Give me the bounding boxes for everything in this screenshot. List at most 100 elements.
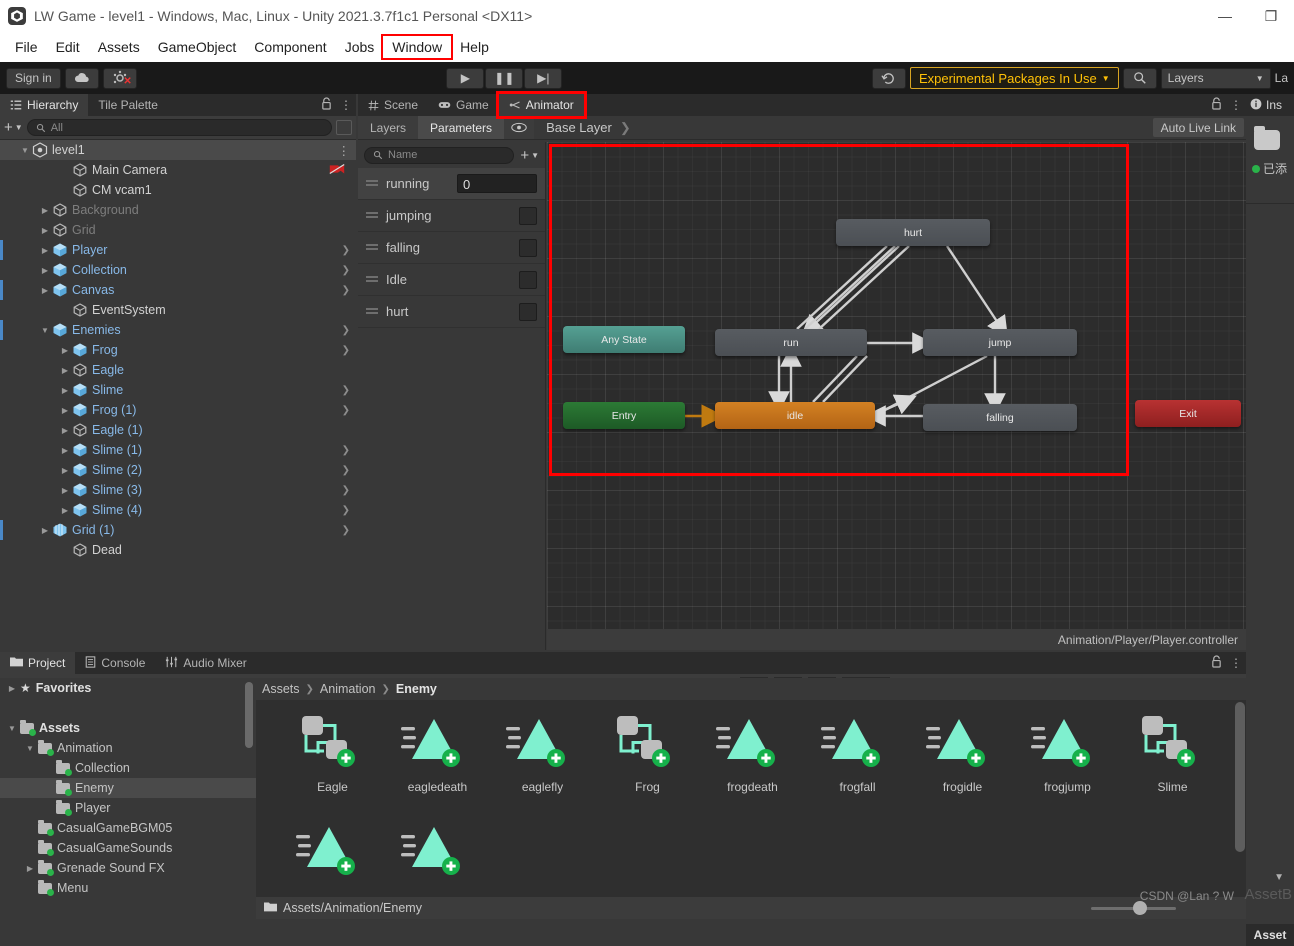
state-node-exit[interactable]: Exit bbox=[1135, 400, 1241, 427]
parameter-checkbox-jumping[interactable] bbox=[519, 206, 537, 225]
tab-animator[interactable]: Animator bbox=[495, 91, 587, 119]
chevron-right-icon[interactable]: ❯ bbox=[342, 265, 350, 276]
menu-jobs[interactable]: Jobs bbox=[336, 36, 384, 58]
subtab-layers[interactable]: Layers bbox=[358, 116, 418, 139]
tab-project[interactable]: Project bbox=[0, 652, 76, 674]
hierarchy-row-enemies[interactable]: ▼ Enemies ❯ bbox=[0, 320, 356, 340]
asset-item-eaglefly[interactable]: eaglefly bbox=[490, 714, 595, 822]
chevron-right-icon[interactable]: ❯ bbox=[342, 325, 350, 336]
hierarchy-row-main-camera[interactable]: ▶Main Camera bbox=[0, 160, 356, 180]
services-icon[interactable]: ✕ bbox=[102, 67, 137, 89]
asset-grid-scrollbar[interactable] bbox=[1235, 702, 1245, 852]
state-node-falling[interactable]: falling bbox=[923, 404, 1077, 431]
hierarchy-row-frog[interactable]: ▶ Frog ❯ bbox=[0, 340, 356, 360]
cloud-icon[interactable] bbox=[64, 67, 99, 89]
tab-scene[interactable]: Scene bbox=[358, 94, 428, 116]
state-node-entry[interactable]: Entry bbox=[563, 402, 685, 429]
kebab-icon[interactable]: ⋮ bbox=[1230, 656, 1242, 670]
hierarchy-row-dead[interactable]: ▶Dead bbox=[0, 540, 356, 560]
project-tree-row-menu[interactable]: ▶Menu bbox=[0, 878, 256, 898]
disclosure-triangle[interactable]: ▶ bbox=[22, 864, 38, 873]
disclosure-triangle[interactable]: ▶ bbox=[38, 286, 52, 295]
project-tree-row-assets[interactable]: ▼ Assets bbox=[0, 718, 256, 738]
chevron-right-icon[interactable]: ❯ bbox=[342, 525, 350, 536]
subtab-parameters[interactable]: Parameters bbox=[418, 116, 505, 139]
layers-dropdown[interactable]: Layers ▼ bbox=[1160, 67, 1271, 89]
hierarchy-row-slime[interactable]: ▶ Slime ❯ bbox=[0, 380, 356, 400]
chevron-right-icon[interactable]: ❯ bbox=[342, 485, 350, 496]
project-tree-row-enemy[interactable]: ▶Enemy bbox=[0, 778, 256, 798]
tab-console[interactable]: Console bbox=[75, 652, 155, 674]
hierarchy-row-slime-3-[interactable]: ▶ Slime (3) ❯ bbox=[0, 480, 356, 500]
toolbar-right-group[interactable]: Experimental Packages In Use ▼ Layers ▼ … bbox=[871, 67, 1288, 89]
state-node-any-state[interactable]: Any State bbox=[563, 326, 685, 353]
asset-item-frogidle[interactable]: frogidle bbox=[910, 714, 1015, 822]
tab-audio-mixer[interactable]: Audio Mixer bbox=[155, 652, 256, 674]
project-tab-actions[interactable]: ⋮ bbox=[1211, 652, 1242, 674]
menu-gameobject[interactable]: GameObject bbox=[149, 36, 246, 58]
menu-window[interactable]: Window bbox=[381, 34, 454, 60]
tab-game[interactable]: Game bbox=[428, 94, 499, 116]
step-button[interactable]: ▶| bbox=[524, 67, 563, 89]
project-tree-row-player[interactable]: ▶Player bbox=[0, 798, 256, 818]
hierarchy-row-eagle[interactable]: ▶ Eagle bbox=[0, 360, 356, 380]
pause-button[interactable]: ❚❚ bbox=[485, 67, 524, 89]
hierarchy-tabs[interactable]: Hierarchy Tile Palette ⋮ bbox=[0, 94, 356, 116]
disclosure-triangle[interactable]: ▼ bbox=[22, 744, 38, 753]
disclosure-triangle[interactable]: ▶ bbox=[58, 466, 72, 475]
chevron-right-icon[interactable]: ❯ bbox=[342, 505, 350, 516]
drag-handle-icon[interactable] bbox=[366, 211, 378, 220]
disclosure-triangle[interactable]: ▼ bbox=[4, 724, 20, 733]
breadcrumb-animation[interactable]: Animation bbox=[320, 682, 376, 696]
kebab-icon[interactable]: ⋮ bbox=[338, 143, 351, 158]
drag-handle-icon[interactable] bbox=[366, 275, 378, 284]
disclosure-triangle[interactable]: ▶ bbox=[58, 386, 72, 395]
animator-tab-actions[interactable]: ⋮ bbox=[1211, 94, 1242, 116]
hierarchy-row-eagle-1-[interactable]: ▶ Eagle (1) bbox=[0, 420, 356, 440]
undo-history-icon[interactable] bbox=[871, 67, 906, 89]
slider-knob[interactable] bbox=[1133, 901, 1147, 915]
state-node-idle[interactable]: idle bbox=[715, 402, 875, 429]
parameter-row-idle[interactable]: Idle bbox=[358, 264, 545, 296]
hierarchy-row-frog-1-[interactable]: ▶ Frog (1) ❯ bbox=[0, 400, 356, 420]
asset-item-frogfall[interactable]: frogfall bbox=[805, 714, 910, 822]
auto-live-link-button[interactable]: Auto Live Link bbox=[1152, 118, 1244, 137]
tab-asset-store[interactable]: Asset bbox=[1246, 924, 1294, 946]
chevron-right-icon[interactable]: ❯ bbox=[342, 285, 350, 296]
hierarchy-row-grid[interactable]: ▶ Grid bbox=[0, 220, 356, 240]
tab-tile-palette[interactable]: Tile Palette bbox=[88, 94, 168, 116]
playback-controls[interactable]: ▶ ❚❚ ▶| bbox=[446, 67, 563, 89]
parameter-row-jumping[interactable]: jumping bbox=[358, 200, 545, 232]
hierarchy-row-slime-4-[interactable]: ▶ Slime (4) ❯ bbox=[0, 500, 356, 520]
maximize-button[interactable]: ❐ bbox=[1248, 8, 1294, 25]
project-tree-row-favorites[interactable]: ▶ ★ Favorites bbox=[0, 678, 256, 698]
lock-icon[interactable] bbox=[321, 97, 332, 113]
state-node-jump[interactable]: jump bbox=[923, 329, 1077, 356]
hierarchy-tab-actions[interactable]: ⋮ bbox=[321, 94, 352, 116]
animator-subtabs[interactable]: Layers Parameters Base Layer ❯ Auto Live… bbox=[358, 116, 1246, 140]
hierarchy-search-mode-icon[interactable] bbox=[336, 120, 352, 135]
animator-state-machine-graph[interactable]: hurt Any State run jump Entry idle falling Exit bbox=[547, 142, 1246, 629]
add-parameter-button[interactable]: + ▼ bbox=[520, 147, 539, 164]
unity-toolbar[interactable]: Sign in ✕ ▶ ❚❚ ▶| Experimental Packages … bbox=[0, 62, 1294, 94]
lock-icon[interactable] bbox=[1211, 655, 1222, 671]
parameters-toolbar[interactable]: Name + ▼ bbox=[358, 142, 545, 168]
disclosure-triangle[interactable]: ▼ bbox=[18, 146, 32, 155]
asset-item-frogdeath[interactable]: frogdeath bbox=[700, 714, 805, 822]
project-folder-tree[interactable]: ▶★Favorites▼Assets▼Animation▶Collection▶… bbox=[0, 678, 256, 919]
menu-file[interactable]: File bbox=[6, 36, 47, 58]
chevron-right-icon[interactable]: ❯ bbox=[342, 385, 350, 396]
disclosure-triangle[interactable]: ▶ bbox=[58, 346, 72, 355]
project-tabs[interactable]: Project Console Audio Mixer ⋮ bbox=[0, 652, 1246, 674]
breadcrumb-assets[interactable]: Assets bbox=[262, 682, 300, 696]
project-tree-row-collection[interactable]: ▶Collection bbox=[0, 758, 256, 778]
disclosure-triangle[interactable]: ▶ bbox=[58, 426, 72, 435]
disclosure-triangle[interactable]: ▶ bbox=[58, 366, 72, 375]
drag-handle-icon[interactable] bbox=[366, 179, 378, 188]
lock-icon[interactable] bbox=[1211, 97, 1222, 113]
hierarchy-row-cm-vcam1[interactable]: ▶CM vcam1 bbox=[0, 180, 356, 200]
menu-assets[interactable]: Assets bbox=[89, 36, 149, 58]
layout-dropdown[interactable]: La bbox=[1275, 71, 1288, 85]
parameter-checkbox-hurt[interactable] bbox=[519, 302, 537, 321]
search-icon[interactable] bbox=[1122, 67, 1157, 89]
